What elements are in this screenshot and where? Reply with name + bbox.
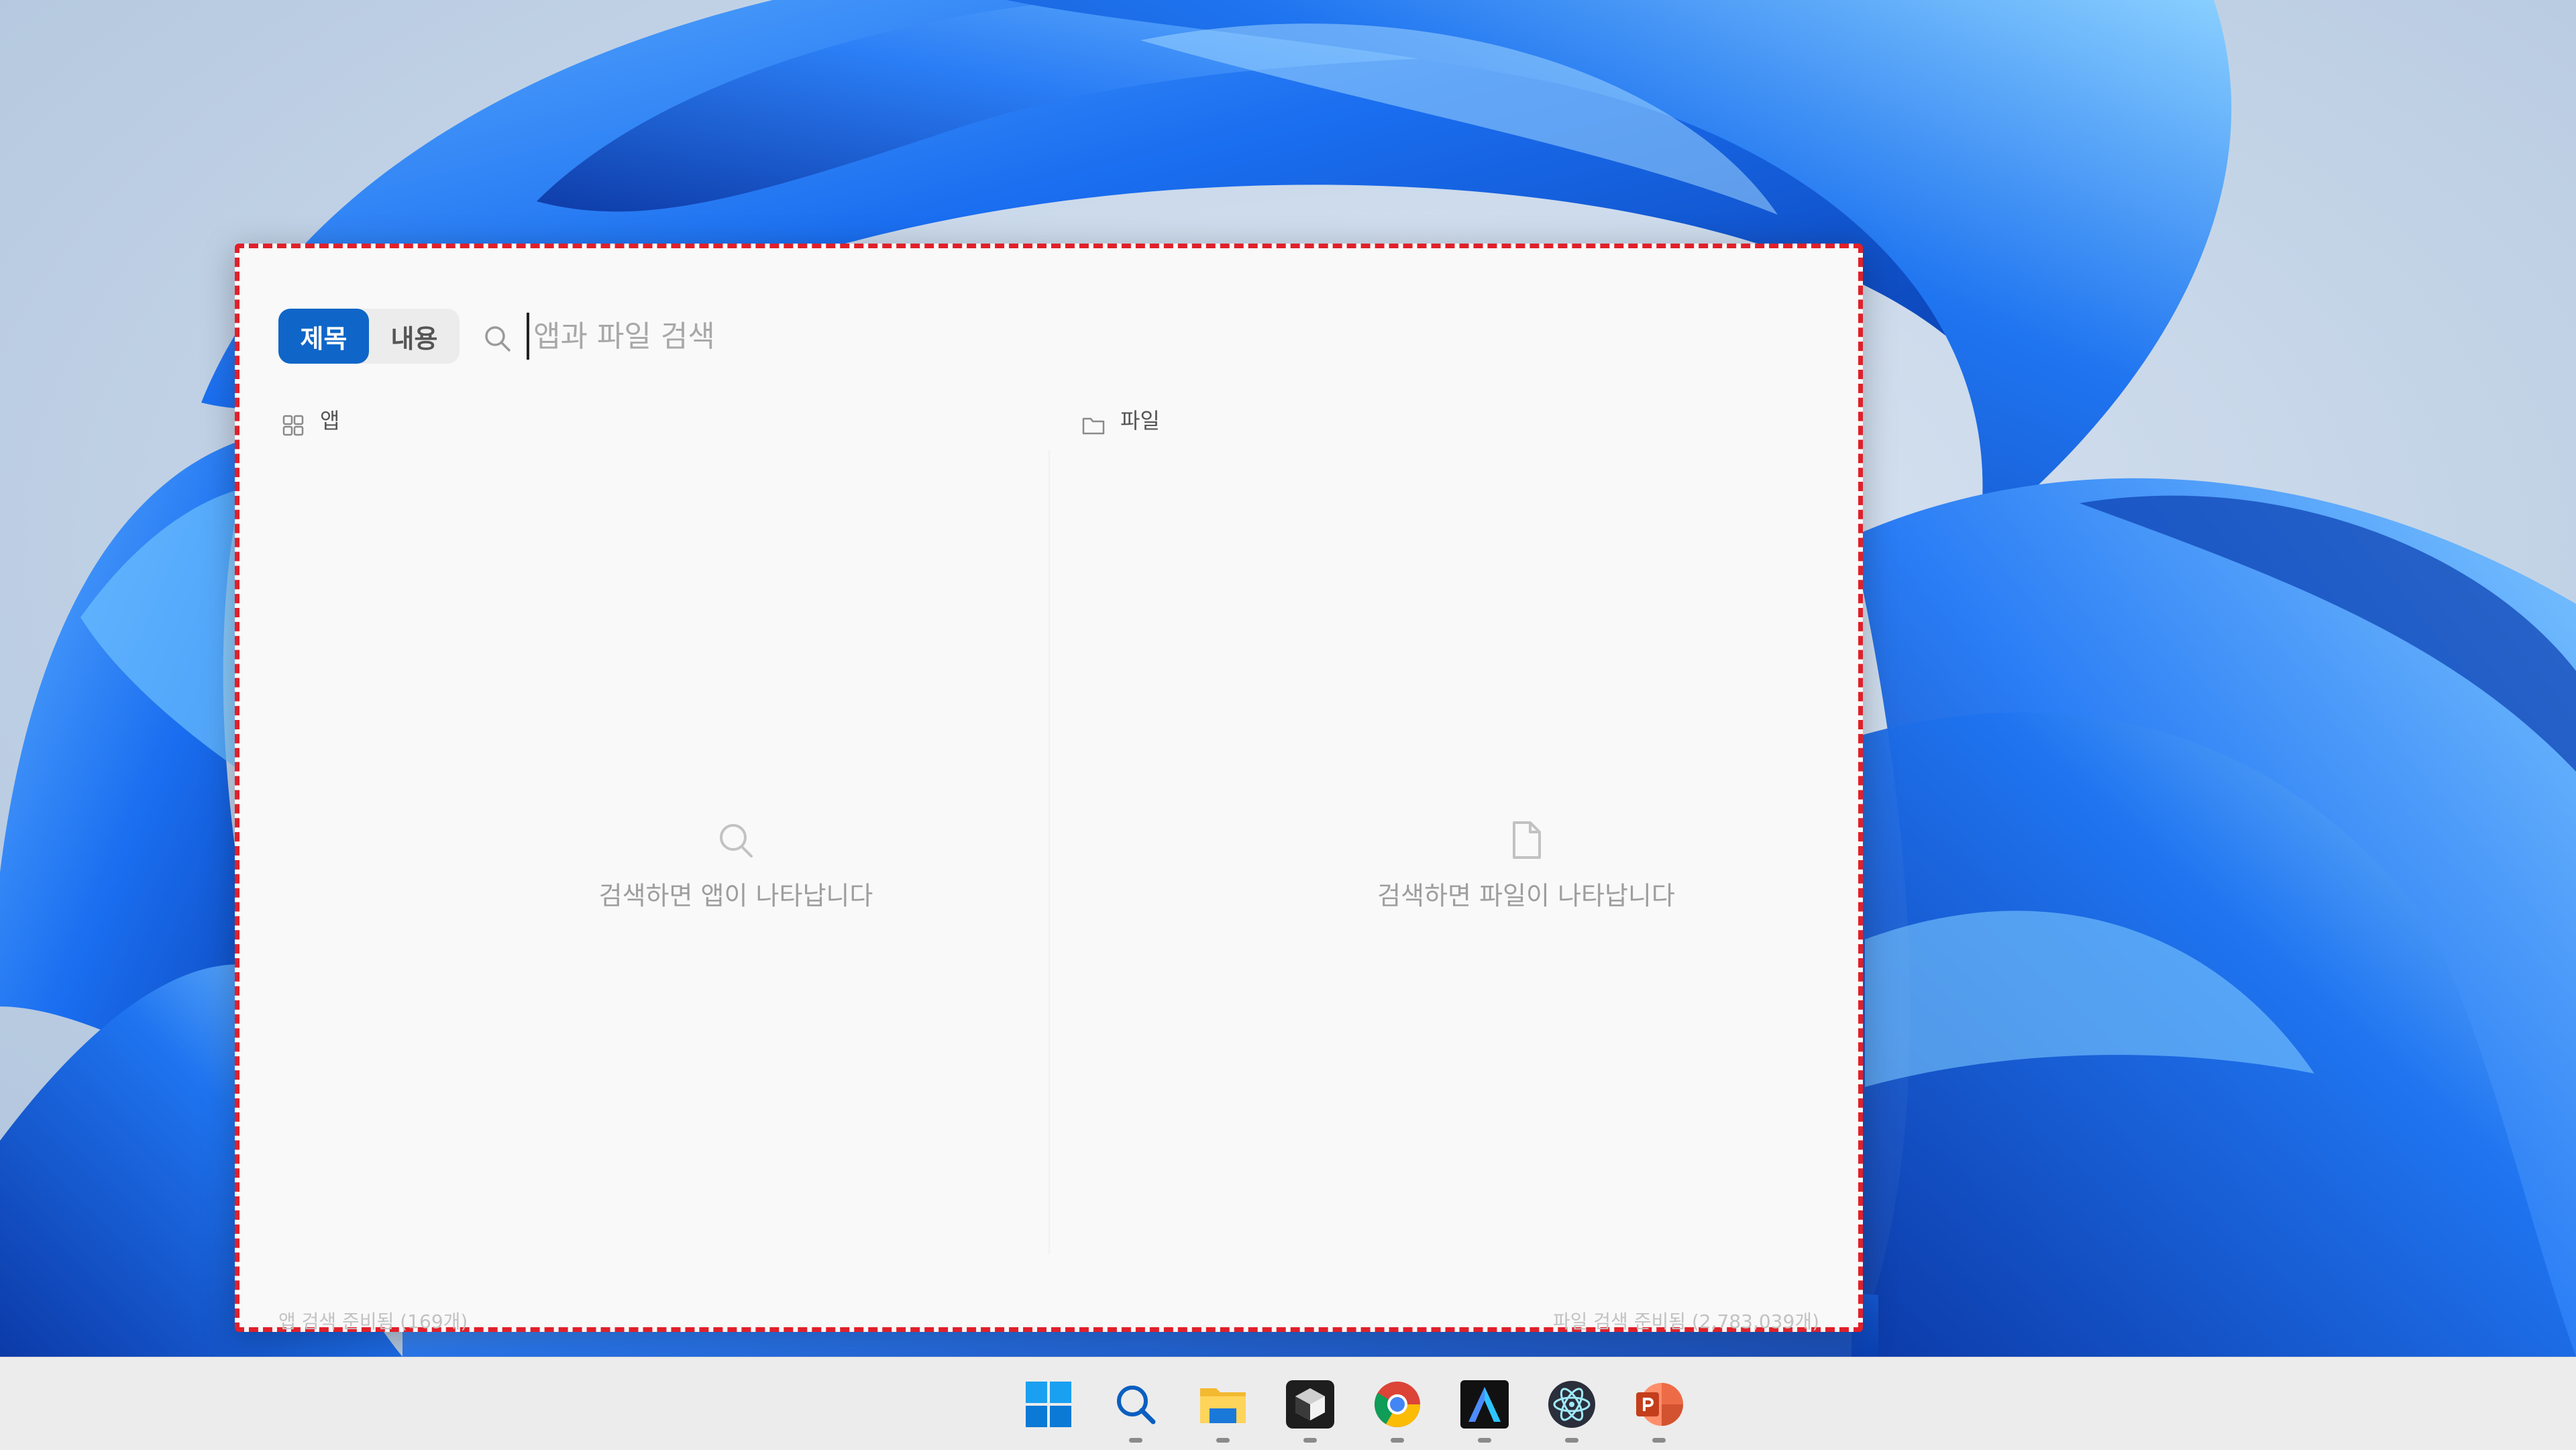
- taskbar-file-explorer[interactable]: [1197, 1379, 1248, 1443]
- apps-empty-state: 검색하면 앱이 나타납니다: [400, 819, 1071, 912]
- apps-index-status: 앱 검색 준비됨 (169개): [278, 1310, 468, 1333]
- folder-icon: [1200, 1388, 1246, 1423]
- running-indicator: [1129, 1438, 1142, 1443]
- running-indicator: [1652, 1438, 1666, 1443]
- taskbar-powerpoint[interactable]: [1633, 1379, 1684, 1443]
- running-indicator: [1216, 1438, 1230, 1443]
- content-mode-button[interactable]: 내용: [369, 309, 460, 364]
- grid-icon: [281, 413, 305, 437]
- apps-empty-message: 검색하면 앱이 나타납니다: [598, 881, 873, 911]
- search-mode-toggle: 제목 내용: [278, 309, 460, 364]
- running-indicator: [1303, 1438, 1317, 1443]
- files-empty-state: 검색하면 파일이 나타납니다: [1191, 819, 1862, 912]
- taskbar-search-button[interactable]: [1110, 1379, 1161, 1443]
- search-icon: [1117, 1386, 1156, 1425]
- desktop: 제목 내용 앱과 파일 검색 앱 파일 검색하면 앱이 나타납니다 검색하면 파…: [0, 0, 2576, 1357]
- chrome-icon: [1375, 1382, 1420, 1427]
- files-section-label: 파일: [1120, 408, 1160, 433]
- taskbar: [0, 1357, 2576, 1450]
- running-indicator: [1478, 1438, 1491, 1443]
- apps-section-label: 앱: [320, 408, 340, 433]
- windows-logo-icon: [1026, 1382, 1071, 1427]
- cube-icon: [1286, 1380, 1334, 1429]
- folder-icon: [1081, 413, 1106, 437]
- search-icon: [716, 819, 756, 862]
- atom-icon: [1548, 1381, 1595, 1428]
- files-empty-message: 검색하면 파일이 나타납니다: [1377, 881, 1675, 911]
- taskbar-electron-app[interactable]: [1546, 1379, 1597, 1443]
- files-section-header: 파일: [1081, 401, 1160, 437]
- taskbar-start-button[interactable]: [1023, 1379, 1074, 1430]
- taskbar-chrome[interactable]: [1372, 1379, 1423, 1443]
- search-input[interactable]: [527, 313, 1808, 360]
- search-window: 제목 내용 앱과 파일 검색 앱 파일 검색하면 앱이 나타납니다 검색하면 파…: [235, 244, 1863, 1333]
- running-indicator: [1391, 1438, 1404, 1443]
- taskbar-cube-app[interactable]: [1285, 1379, 1336, 1443]
- powerpoint-icon: [1636, 1383, 1683, 1426]
- search-icon: [482, 323, 513, 354]
- title-mode-button[interactable]: 제목: [278, 309, 369, 364]
- running-indicator: [1565, 1438, 1578, 1443]
- apps-section-header: 앱: [281, 401, 339, 437]
- taskbar-a-app[interactable]: [1459, 1379, 1510, 1443]
- document-icon: [1506, 819, 1546, 862]
- a-logo-icon: [1460, 1380, 1509, 1429]
- files-index-status: 파일 검색 준비됨 (2,783,039개): [1552, 1310, 1819, 1333]
